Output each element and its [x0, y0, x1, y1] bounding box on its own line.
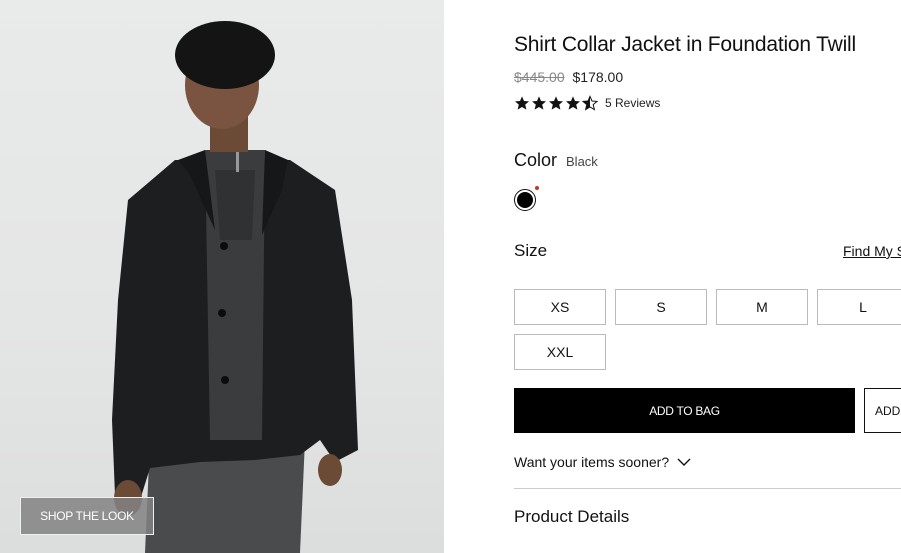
- shipping-sooner-label: Want your items sooner?: [514, 454, 670, 470]
- shipping-sooner-toggle[interactable]: Want your items sooner?: [514, 454, 691, 470]
- star-full-icon: [532, 96, 546, 110]
- color-row: Color Black: [514, 150, 598, 171]
- product-details-heading[interactable]: Product Details: [514, 507, 629, 527]
- add-to-bag-button[interactable]: ADD TO BAG: [514, 388, 855, 433]
- size-option-m[interactable]: M: [716, 289, 808, 325]
- chevron-down-icon: [677, 458, 691, 466]
- selected-color-value: Black: [566, 154, 598, 169]
- find-my-size-link[interactable]: Find My Size: [843, 243, 901, 259]
- model-illustration: [112, 21, 358, 553]
- shop-the-look-button[interactable]: SHOP THE LOOK: [20, 497, 154, 535]
- color-label: Color: [514, 150, 558, 170]
- section-divider: [514, 488, 901, 489]
- product-info-panel: Shirt Collar Jacket in Foundation Twill …: [514, 0, 901, 553]
- price-row: $445.00 $178.00: [514, 69, 623, 85]
- product-photo: SHOP THE LOOK: [0, 0, 444, 553]
- swatch-fill: [517, 192, 533, 208]
- reviews-link[interactable]: 5 Reviews: [605, 96, 660, 110]
- star-half-icon: [582, 95, 598, 111]
- star-full-icon: [566, 96, 580, 110]
- color-swatch-black[interactable]: [514, 189, 536, 211]
- size-option-s[interactable]: S: [615, 289, 707, 325]
- size-option-xxl[interactable]: XXL: [514, 334, 606, 370]
- original-price: $445.00: [514, 69, 565, 85]
- star-full-icon: [549, 96, 563, 110]
- size-option-xs[interactable]: XS: [514, 289, 606, 325]
- secondary-add-button[interactable]: ADD: [864, 388, 901, 433]
- sale-price: $178.00: [572, 69, 624, 85]
- rating-row: 5 Reviews: [514, 95, 660, 111]
- size-option-l[interactable]: L: [817, 289, 901, 325]
- product-title: Shirt Collar Jacket in Foundation Twill: [514, 33, 856, 56]
- star-rating[interactable]: [514, 95, 599, 111]
- swatch-indicator-dot: [535, 186, 539, 190]
- star-full-icon: [515, 96, 529, 110]
- size-label: Size: [514, 241, 548, 260]
